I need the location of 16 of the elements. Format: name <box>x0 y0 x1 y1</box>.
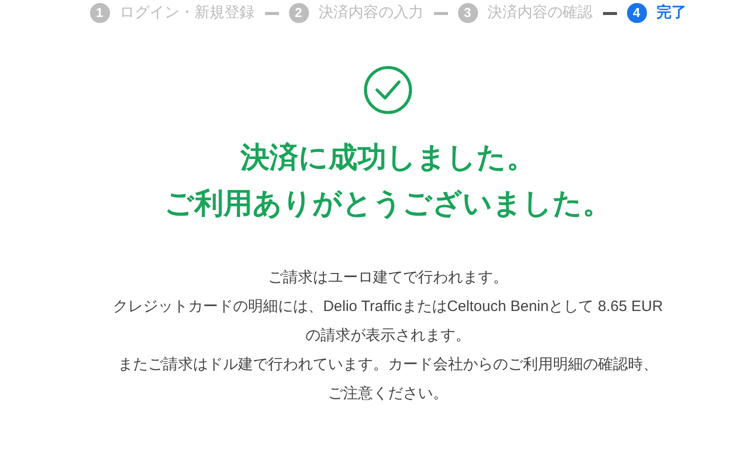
notice-text: ご請求はユーロ建てで行われます。 <box>268 268 508 288</box>
notice-text: の請求が表示されます。 <box>306 326 470 346</box>
notice-text: クレジットカードの明細には、Delio TrafficまたはCeltouch Beninとして 8.65 EUR <box>113 297 663 317</box>
step-label: 完了 <box>656 2 686 23</box>
step-label: 決済内容の確認 <box>488 2 592 23</box>
step-label: ログイン・新規登録 <box>120 2 254 23</box>
step-label: 決済内容の入力 <box>318 2 424 23</box>
step-number: 2 <box>288 3 308 23</box>
success-heading: 決済に成功しました。 <box>240 140 536 176</box>
step-number: 1 <box>90 3 110 23</box>
notice-text: またご請求はドル建で行われています。カード会社からのご利用明細の確認時、 <box>118 355 658 375</box>
check-circle-icon <box>363 65 413 115</box>
step-number: 4 <box>626 3 646 23</box>
step-number: 3 <box>458 3 478 23</box>
success-heading: ご利用ありがとうございました。 <box>164 187 612 222</box>
notice-text: ご注意ください。 <box>328 384 448 404</box>
